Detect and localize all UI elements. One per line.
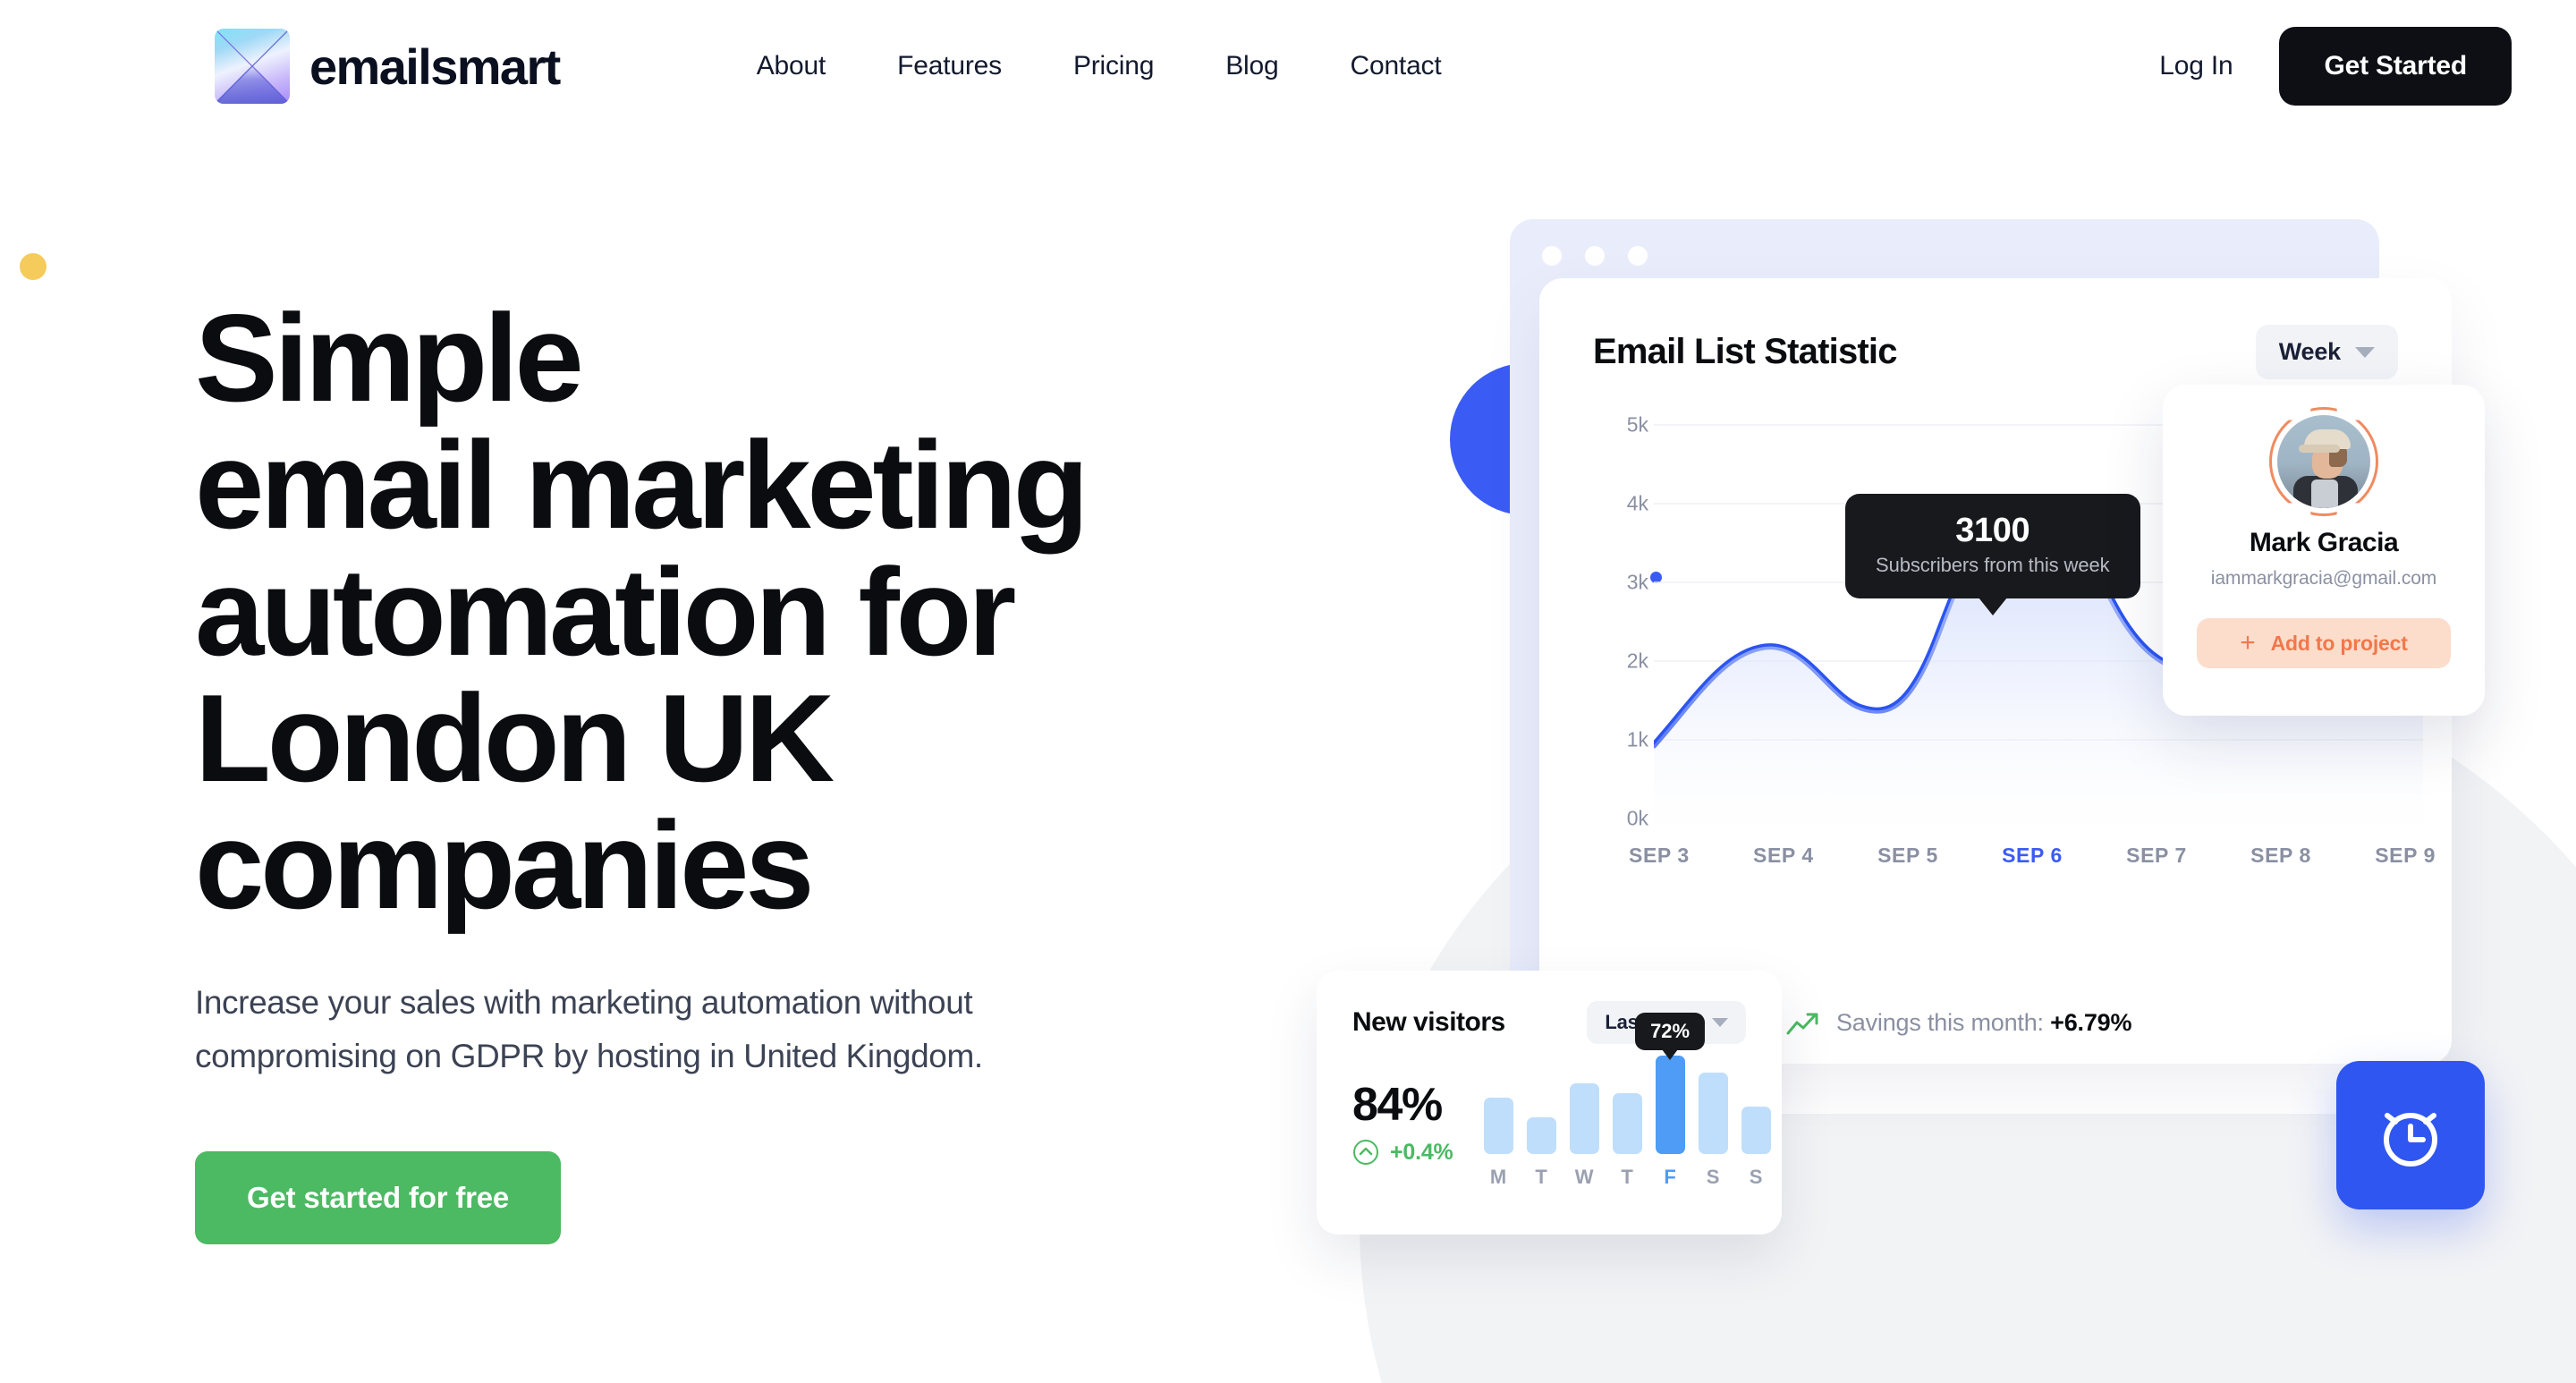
bar-label-s2: S xyxy=(1749,1166,1763,1188)
chart-card-header: Email List Statistic Week xyxy=(1539,278,2452,379)
contact-email: iammarkgracia@gmail.com xyxy=(2210,568,2437,589)
contact-name: Mark Gracia xyxy=(2249,528,2399,557)
bar-tooltip: 72% xyxy=(1635,1013,1706,1050)
get-started-button[interactable]: Get Started xyxy=(2279,27,2512,106)
add-to-project-button[interactable]: + Add to project xyxy=(2197,618,2451,668)
trend-up-icon xyxy=(1786,1013,1818,1034)
x-tick-sep-3: SEP 3 xyxy=(1629,844,1690,867)
nav-item-about[interactable]: About xyxy=(721,51,861,81)
window-controls xyxy=(1542,246,1648,266)
visitors-title: New visitors xyxy=(1352,1007,1505,1037)
landing-page: emailsmart About Features Pricing Blog C… xyxy=(0,0,2576,1383)
plus-icon: + xyxy=(2240,628,2256,658)
chart-tooltip: 3100 Subscribers from this week xyxy=(1845,494,2140,598)
bar-label-f: F xyxy=(1664,1166,1676,1188)
visitors-bar-chart: M T W T 72% F S S xyxy=(1483,1013,1771,1189)
envelope-diamond-logo-icon xyxy=(215,29,290,104)
visitors-delta: +0.4% xyxy=(1352,1139,1453,1166)
y-tick-2k: 2k xyxy=(1626,649,1648,673)
bar-label-m: M xyxy=(1489,1166,1507,1188)
window-dot-maximize[interactable] xyxy=(1628,246,1648,266)
hero-title: Simple email marketing automation for Lo… xyxy=(195,295,1250,929)
hero-title-line-3: automation for xyxy=(195,542,1016,682)
main-nav: About Features Pricing Blog Contact xyxy=(721,51,1478,81)
bar-t1 xyxy=(1526,1117,1556,1154)
nav-item-blog[interactable]: Blog xyxy=(1190,51,1314,81)
chart-range-label: Week xyxy=(2278,338,2341,365)
x-tick-sep-7: SEP 7 xyxy=(2126,844,2187,867)
y-tick-5k: 5k xyxy=(1626,412,1648,437)
avatar xyxy=(2277,415,2370,508)
hero-title-line-4: London UK xyxy=(195,669,835,809)
chart-range-dropdown[interactable]: Week xyxy=(2255,325,2398,379)
savings-row: Savings this month: +6.79% xyxy=(1786,1009,2131,1037)
x-tick-sep-8: SEP 8 xyxy=(2250,844,2311,867)
window-dot-close[interactable] xyxy=(1542,246,1562,266)
hero-subtitle: Increase your sales with marketing autom… xyxy=(195,983,983,1075)
new-visitors-card: New visitors Last Week 84% +0.4% xyxy=(1317,971,1782,1235)
x-tick-sep-4: SEP 4 xyxy=(1753,844,1814,867)
bar-label-w: W xyxy=(1574,1166,1594,1188)
bar-s2 xyxy=(1741,1107,1771,1154)
x-tick-sep-6: SEP 6 xyxy=(2002,844,2063,867)
bar-s1 xyxy=(1698,1073,1728,1154)
nav-item-features[interactable]: Features xyxy=(861,51,1038,81)
x-tick-sep-5: SEP 5 xyxy=(1877,844,1938,867)
bar-column-s1[interactable]: S xyxy=(1698,1073,1728,1189)
hero-title-line-1: Simple xyxy=(195,289,584,428)
chevron-down-icon xyxy=(1712,1018,1728,1027)
bar-f xyxy=(1655,1056,1685,1154)
savings-value: +6.79% xyxy=(2050,1009,2132,1036)
chart-y-axis: 5k 4k 3k 2k 1k 0k xyxy=(1586,412,1648,830)
y-tick-4k: 4k xyxy=(1626,491,1648,515)
circle-arrow-up-icon xyxy=(1353,1140,1378,1165)
brand-name: emailsmart xyxy=(309,38,561,95)
site-header: emailsmart About Features Pricing Blog C… xyxy=(0,0,2576,132)
hero-content: Simple email marketing automation for Lo… xyxy=(195,295,1250,1245)
bar-column-w[interactable]: W xyxy=(1569,1083,1599,1189)
y-tick-0k: 0k xyxy=(1626,806,1648,830)
header-actions: Log In Get Started xyxy=(2159,27,2512,106)
hero-title-line-5: companies xyxy=(195,796,815,936)
bar-column-f[interactable]: 72% F xyxy=(1635,1013,1706,1189)
y-tick-1k: 1k xyxy=(1626,727,1648,751)
visitors-delta-value: +0.4% xyxy=(1390,1139,1453,1165)
bar-label-s1: S xyxy=(1706,1166,1720,1188)
x-tick-sep-9: SEP 9 xyxy=(2375,844,2436,867)
hero-title-line-2: email marketing xyxy=(195,415,1089,555)
nav-item-contact[interactable]: Contact xyxy=(1315,51,1478,81)
visitors-percent: 84% xyxy=(1352,1079,1443,1131)
login-link[interactable]: Log In xyxy=(2159,51,2233,81)
visitors-summary: 84% +0.4% xyxy=(1352,1078,1453,1189)
alarm-clock-tile[interactable] xyxy=(2336,1061,2485,1209)
chart-title: Email List Statistic xyxy=(1593,332,1897,371)
bar-m xyxy=(1483,1098,1513,1154)
bar-label-t1: T xyxy=(1535,1166,1547,1188)
chart-x-axis: SEP 3 SEP 4 SEP 5 SEP 6 SEP 7 SEP 8 SEP … xyxy=(1629,844,2452,868)
avatar-wrapper xyxy=(2269,407,2378,516)
contact-card: Mark Gracia iammarkgracia@gmail.com + Ad… xyxy=(2163,385,2485,716)
bar-column-t2[interactable]: T xyxy=(1612,1093,1642,1189)
savings-label: Savings this month: xyxy=(1836,1009,2044,1036)
add-to-project-label: Add to project xyxy=(2270,631,2408,655)
get-started-free-button[interactable]: Get started for free xyxy=(195,1151,562,1245)
bar-column-t1[interactable]: T xyxy=(1526,1117,1556,1189)
savings-text: Savings this month: +6.79% xyxy=(1836,1009,2131,1037)
y-tick-3k: 3k xyxy=(1626,570,1648,594)
bar-column-s2[interactable]: S xyxy=(1741,1107,1771,1189)
nav-item-pricing[interactable]: Pricing xyxy=(1038,51,1190,81)
alarm-clock-icon xyxy=(2384,1113,2437,1167)
chart-tooltip-value: 3100 xyxy=(1955,512,2030,549)
bar-t2 xyxy=(1612,1093,1642,1154)
chevron-down-icon xyxy=(2355,346,2375,358)
visitors-card-body: 84% +0.4% M T W T 72% F S S xyxy=(1352,1013,1771,1189)
bar-column-m[interactable]: M xyxy=(1483,1098,1513,1189)
brand-logo[interactable]: emailsmart xyxy=(215,29,561,104)
window-dot-minimize[interactable] xyxy=(1585,246,1605,266)
bar-label-t2: T xyxy=(1621,1166,1633,1188)
bar-w xyxy=(1569,1083,1599,1154)
decorative-yellow-dot xyxy=(20,253,47,280)
chart-tooltip-caption: Subscribers from this week xyxy=(1876,554,2110,576)
